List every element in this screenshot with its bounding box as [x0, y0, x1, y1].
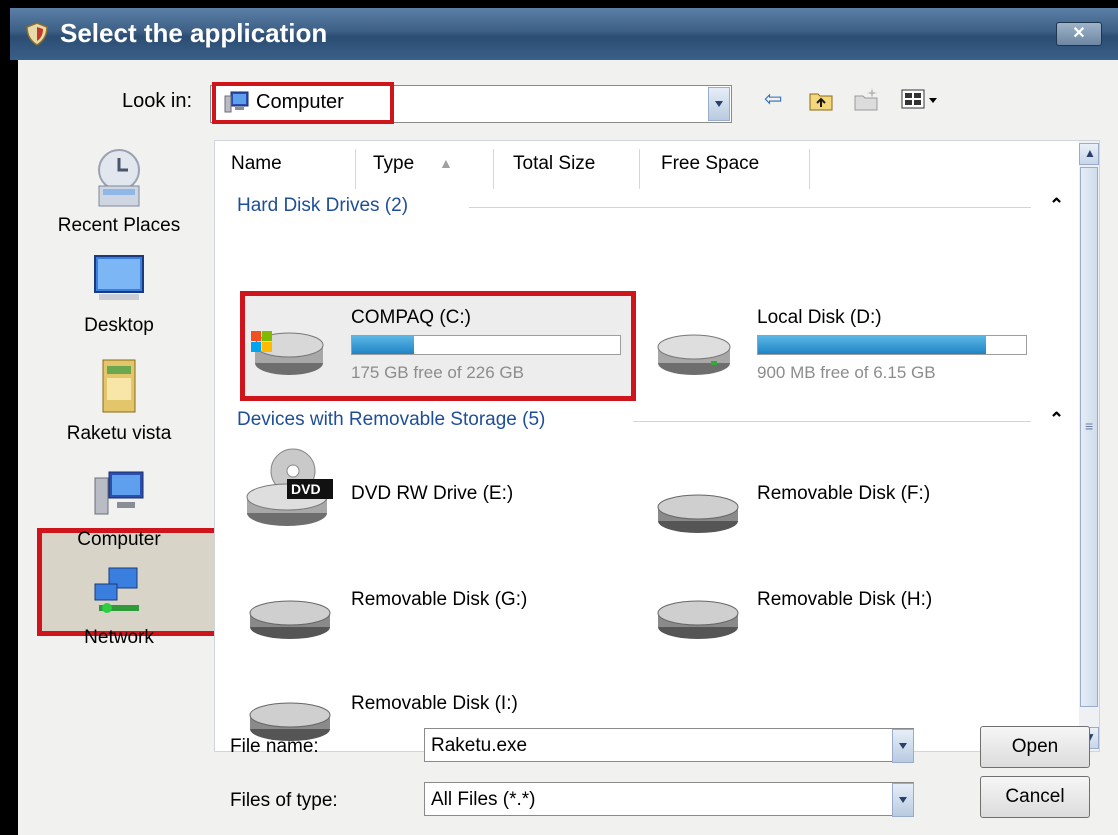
- drive-usage-bar: [757, 335, 1027, 355]
- lookin-label: Look in:: [122, 90, 193, 112]
- removable-disk-icon: [657, 600, 739, 639]
- back-arrow-icon[interactable]: ⇦: [764, 86, 782, 112]
- drive-name: Removable Disk (H:): [757, 589, 933, 610]
- removable-disk-icon: [249, 600, 331, 639]
- cancel-button[interactable]: Cancel: [980, 776, 1090, 818]
- new-folder-icon[interactable]: [852, 86, 880, 112]
- place-raketu-vista[interactable]: Raketu vista: [36, 356, 202, 445]
- computer-icon: [224, 91, 249, 113]
- drive-free-space: 900 MB free of 6.15 GB: [757, 363, 936, 382]
- chevron-up-icon: ▲: [1084, 146, 1096, 160]
- file-type-select[interactable]: All Files (*.*): [424, 782, 914, 816]
- place-network[interactable]: Network: [36, 564, 202, 649]
- places-bar: Recent Places Desktop Raketu vista Compu…: [36, 140, 221, 740]
- column-header-type[interactable]: Type: [373, 153, 414, 175]
- up-folder-icon[interactable]: [808, 88, 834, 112]
- drive-free-space: 175 GB free of 226 GB: [351, 363, 524, 382]
- place-recent-places[interactable]: Recent Places: [36, 144, 202, 237]
- dvd-drive-icon: DVD: [246, 448, 333, 526]
- drive-usage-fill: [758, 336, 986, 354]
- recent-places-icon: [98, 149, 140, 207]
- scrollbar-thumb[interactable]: ≡: [1080, 167, 1098, 707]
- file-type-dropdown-button[interactable]: [892, 783, 914, 817]
- place-computer[interactable]: Computer: [36, 464, 202, 551]
- group-divider: [633, 421, 1031, 422]
- desktop-icon: [94, 255, 144, 300]
- place-label: Raketu vista: [66, 423, 172, 444]
- drive-name: Removable Disk (F:): [757, 483, 931, 504]
- file-name-label: File name:: [230, 736, 319, 757]
- drive-name: DVD RW Drive (E:): [351, 483, 514, 504]
- column-separator: [355, 149, 356, 189]
- system-drive-icon: [251, 331, 324, 375]
- drive-name: Removable Disk (G:): [351, 589, 528, 610]
- file-list-view[interactable]: Name Type ▲ Total Size Free Space Hard D…: [214, 140, 1100, 752]
- collapse-chevron-icon[interactable]: ⌃: [1049, 409, 1064, 430]
- folder-icon: [102, 359, 136, 413]
- select-application-dialog: Select the application ✕ Look in: Comput…: [0, 0, 1118, 835]
- drive-name: Local Disk (D:): [757, 307, 882, 328]
- drive-name: Removable Disk (I:): [351, 693, 518, 714]
- sort-ascending-icon: ▲: [439, 155, 453, 171]
- vertical-scrollbar[interactable]: ▲ ≡ ▼: [1079, 141, 1099, 751]
- lookin-dropdown-button[interactable]: [708, 87, 730, 121]
- lookin-value: Computer: [256, 91, 344, 113]
- hard-disk-icon: [657, 334, 731, 375]
- dvd-badge: DVD: [291, 481, 321, 497]
- place-label: Computer: [77, 529, 161, 550]
- title-bar[interactable]: Select the application ✕: [10, 8, 1118, 60]
- close-button[interactable]: ✕: [1056, 22, 1102, 46]
- file-name-dropdown-button[interactable]: [892, 729, 914, 763]
- drive-usage-bar: [351, 335, 621, 355]
- column-header-total-size[interactable]: Total Size: [513, 153, 595, 175]
- place-label: Recent Places: [57, 215, 181, 236]
- scroll-up-button[interactable]: ▲: [1079, 143, 1099, 165]
- file-type-label: Files of type:: [230, 790, 338, 811]
- network-icon: [94, 567, 139, 613]
- dialog-title: Select the application: [60, 18, 328, 48]
- views-menu-icon[interactable]: [900, 88, 940, 112]
- place-desktop[interactable]: Desktop: [36, 250, 202, 337]
- file-name-input[interactable]: Raketu.exe: [424, 728, 914, 762]
- column-separator: [639, 149, 640, 189]
- collapse-chevron-icon[interactable]: ⌃: [1049, 195, 1064, 216]
- column-separator: [809, 149, 810, 189]
- group-header-hard-disks[interactable]: Hard Disk Drives (2): [237, 195, 408, 217]
- place-label: Network: [84, 627, 154, 648]
- drive-name: COMPAQ (C:): [351, 307, 471, 328]
- dialog-body: Look in: Computer ⇦ Recent Places Deskto…: [18, 60, 1118, 835]
- computer-icon: [94, 471, 144, 515]
- group-divider: [469, 207, 1031, 208]
- drive-usage-fill: [352, 336, 414, 354]
- group-header-removable[interactable]: Devices with Removable Storage (5): [237, 409, 545, 431]
- column-separator: [493, 149, 494, 189]
- removable-disk-icon: [657, 494, 739, 533]
- open-button[interactable]: Open: [980, 726, 1090, 768]
- grip-icon: ≡: [1085, 418, 1094, 434]
- place-label: Desktop: [84, 315, 154, 336]
- shield-icon: [26, 22, 48, 46]
- column-header-free-space[interactable]: Free Space: [661, 153, 759, 175]
- column-header-name[interactable]: Name: [231, 153, 282, 175]
